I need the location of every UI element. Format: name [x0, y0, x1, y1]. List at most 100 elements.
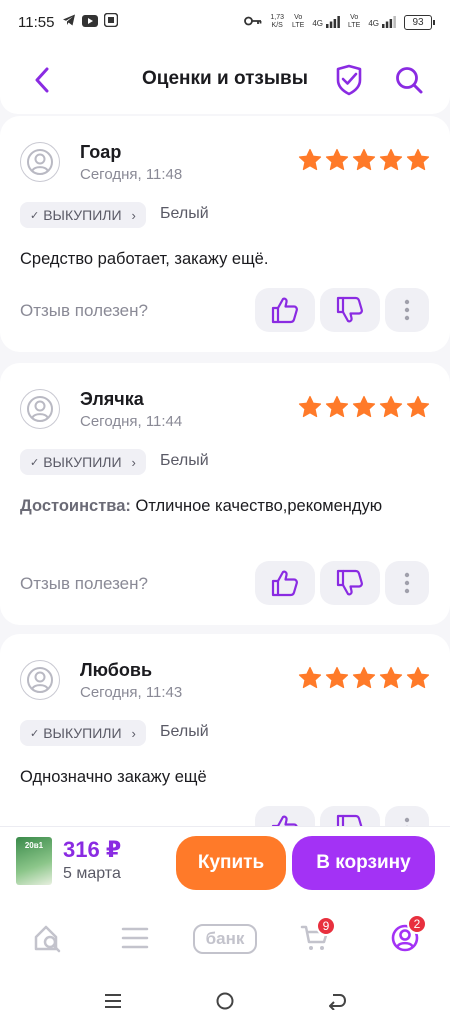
star-icon [379, 148, 403, 171]
like-button[interactable] [255, 288, 315, 332]
thumbs-down-icon [336, 296, 363, 323]
chevron-right-icon: › [131, 207, 136, 223]
pros-label: Достоинства: [20, 497, 131, 515]
back-nav-button[interactable] [322, 986, 352, 1016]
star-icon [298, 395, 322, 418]
rating-stars [298, 666, 430, 690]
star-icon [406, 148, 430, 171]
star-icon [406, 666, 430, 689]
more-options-button[interactable] [385, 288, 429, 332]
nav-bank[interactable]: банк [193, 924, 257, 954]
product-thumbnail[interactable]: 20в1 [16, 837, 52, 885]
star-icon [298, 148, 322, 171]
review-author: Элячка [80, 389, 144, 409]
chevron-right-icon: › [131, 725, 136, 741]
thumbs-up-icon [271, 297, 298, 324]
sim2-sub: LTE [348, 22, 361, 29]
review-date: Сегодня, 11:48 [80, 166, 183, 183]
page-title: Оценки и отзывы [142, 68, 308, 89]
buy-button[interactable]: Купить [176, 836, 286, 890]
review-date: Сегодня, 11:43 [80, 684, 183, 701]
rating-stars [298, 395, 430, 419]
app-notification-icon [104, 12, 119, 31]
sim2-signal-icon: 4G [368, 16, 396, 28]
more-options-button[interactable] [385, 561, 429, 605]
verified-reviews-button[interactable] [334, 64, 364, 96]
youtube-icon [82, 14, 99, 31]
purchase-bar: 20в1 316 ₽ 5 марта Купить В корзину [0, 826, 450, 898]
home-button[interactable] [210, 986, 240, 1016]
dislike-button[interactable] [320, 288, 380, 332]
review-author: Любовь [80, 660, 153, 680]
status-time: 11:55 [18, 13, 55, 31]
star-icon [352, 395, 376, 418]
review-card: Гоар Сегодня, 11:48 ✓ ВЫКУПИЛИ › Белый С… [0, 116, 450, 352]
purchased-badge[interactable]: ✓ ВЫКУПИЛИ › [20, 449, 146, 475]
avatar [20, 389, 60, 429]
net-speed-unit: K/S [271, 22, 283, 29]
avatar [20, 660, 60, 700]
star-icon [325, 148, 349, 171]
check-icon: ✓ [30, 456, 40, 469]
review-body: Однозначно закажу ещё [20, 768, 207, 786]
bottom-navigation: банк 9 2 [0, 898, 450, 978]
review-body: Средство работает, закажу ещё. [20, 250, 269, 268]
search-icon [396, 67, 423, 94]
helpful-question: Отзыв полезен? [20, 574, 148, 593]
review-text: Достоинства: Отличное качество,рекоменду… [20, 493, 430, 519]
star-icon [298, 666, 322, 689]
recents-icon [105, 994, 121, 1008]
star-icon [379, 666, 403, 689]
search-button[interactable] [394, 64, 424, 96]
product-variant: Белый [160, 723, 209, 740]
user-icon [27, 149, 53, 175]
more-vertical-icon [404, 299, 410, 321]
review-card: Любовь Сегодня, 11:43 ✓ ВЫКУПИЛИ › Белый… [0, 634, 450, 854]
star-icon [352, 148, 376, 171]
nav-home[interactable] [30, 920, 66, 956]
key-icon [244, 16, 262, 28]
cart-count-badge: 9 [316, 916, 336, 936]
purchased-badge[interactable]: ✓ ВЫКУПИЛИ › [20, 202, 146, 228]
star-icon [379, 395, 403, 418]
user-icon [27, 667, 53, 693]
telegram-icon [62, 13, 76, 31]
back-arrow-icon [329, 994, 346, 1010]
nav-catalog[interactable] [117, 920, 153, 956]
review-author: Гоар [80, 142, 122, 162]
shield-check-icon [336, 64, 362, 96]
review-date: Сегодня, 11:44 [80, 413, 183, 430]
product-variant: Белый [160, 452, 209, 469]
review-card: Элячка Сегодня, 11:44 ✓ ВЫКУПИЛИ › Белый… [0, 363, 450, 625]
purchased-badge[interactable]: ✓ ВЫКУПИЛИ › [20, 720, 146, 746]
dislike-button[interactable] [320, 561, 380, 605]
helpful-question: Отзыв полезен? [20, 301, 148, 320]
sim2-gen: 4G [368, 19, 379, 28]
net-speed: 1,73 K/S [270, 14, 284, 30]
add-to-cart-button[interactable]: В корзину [292, 836, 435, 890]
battery-indicator: 93 [404, 14, 435, 30]
product-variant: Белый [160, 205, 209, 222]
sim1-gen: 4G [312, 19, 323, 28]
review-text: Однозначно закажу ещё [20, 764, 430, 790]
sim1-volte: Vo LTE [292, 14, 304, 30]
more-vertical-icon [404, 572, 410, 594]
status-right: 1,73 K/S Vo LTE 4G Vo LTE 4G 93 [244, 14, 435, 30]
like-button[interactable] [255, 561, 315, 605]
home-search-icon [34, 925, 61, 953]
star-icon [325, 666, 349, 689]
profile-count-badge: 2 [407, 914, 427, 934]
sim1-sub: LTE [292, 22, 305, 29]
menu-icon [121, 927, 149, 949]
chevron-right-icon: › [131, 454, 136, 470]
star-icon [352, 666, 376, 689]
thumbs-down-icon [336, 569, 363, 596]
purchased-label: ВЫКУПИЛИ [43, 454, 122, 470]
sim2-volte: Vo LTE [348, 14, 360, 30]
purchased-label: ВЫКУПИЛИ [43, 725, 122, 741]
product-price: 316 ₽ [63, 837, 122, 862]
review-text: Средство работает, закажу ещё. [20, 246, 430, 272]
sim1-signal-icon: 4G [312, 16, 340, 28]
product-thumbnail-text: 20в1 [24, 841, 44, 850]
recents-button[interactable] [98, 986, 128, 1016]
